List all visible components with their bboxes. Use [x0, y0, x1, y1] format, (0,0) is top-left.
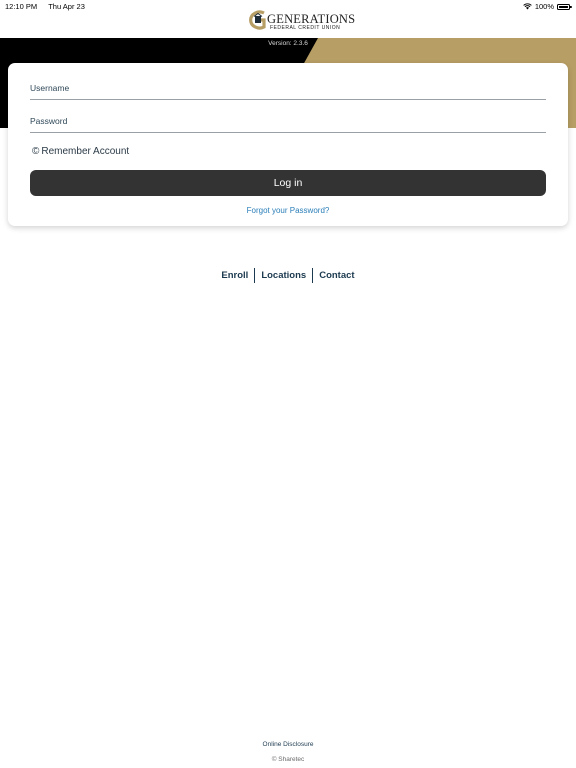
link-divider [254, 268, 256, 283]
forgot-password-link[interactable]: Forgot your Password? [8, 206, 568, 215]
wifi-icon [523, 3, 532, 10]
copyright-circle-icon: © [32, 146, 40, 157]
contact-link[interactable]: Contact [319, 270, 354, 281]
login-card: Username Password © Remember Account Log… [8, 63, 568, 226]
remember-account-label: Remember Account [41, 146, 130, 157]
battery-fill [559, 5, 568, 8]
link-divider [312, 268, 314, 283]
quick-links: Enroll Locations Contact [0, 268, 576, 283]
status-time: 12:10 PM [5, 2, 38, 11]
remember-account-toggle[interactable]: © Remember Account [32, 146, 129, 157]
battery-percent: 100% [534, 2, 554, 11]
status-date: Thu Apr 23 [48, 2, 85, 11]
username-field[interactable]: Username [30, 63, 546, 100]
app-version: Version: 2.3.6 [268, 40, 308, 47]
password-input[interactable] [30, 96, 546, 132]
status-left: 12:10 PM Thu Apr 23 [5, 2, 85, 11]
password-field[interactable]: Password [30, 96, 546, 133]
status-right: 100% [523, 2, 572, 11]
brand-logo: GENERATIONS FEDERAL CREDIT UNION [245, 10, 355, 31]
username-input[interactable] [30, 63, 546, 99]
locations-link[interactable]: Locations [261, 270, 306, 281]
logo-subtitle: FEDERAL CREDIT UNION [270, 24, 341, 31]
copyright-text: © Sharetec [271, 756, 305, 763]
login-button[interactable]: Log in [30, 170, 546, 196]
battery-icon [557, 3, 572, 10]
online-disclosure-link[interactable]: Online Disclosure [0, 741, 576, 748]
enroll-link[interactable]: Enroll [221, 270, 248, 281]
